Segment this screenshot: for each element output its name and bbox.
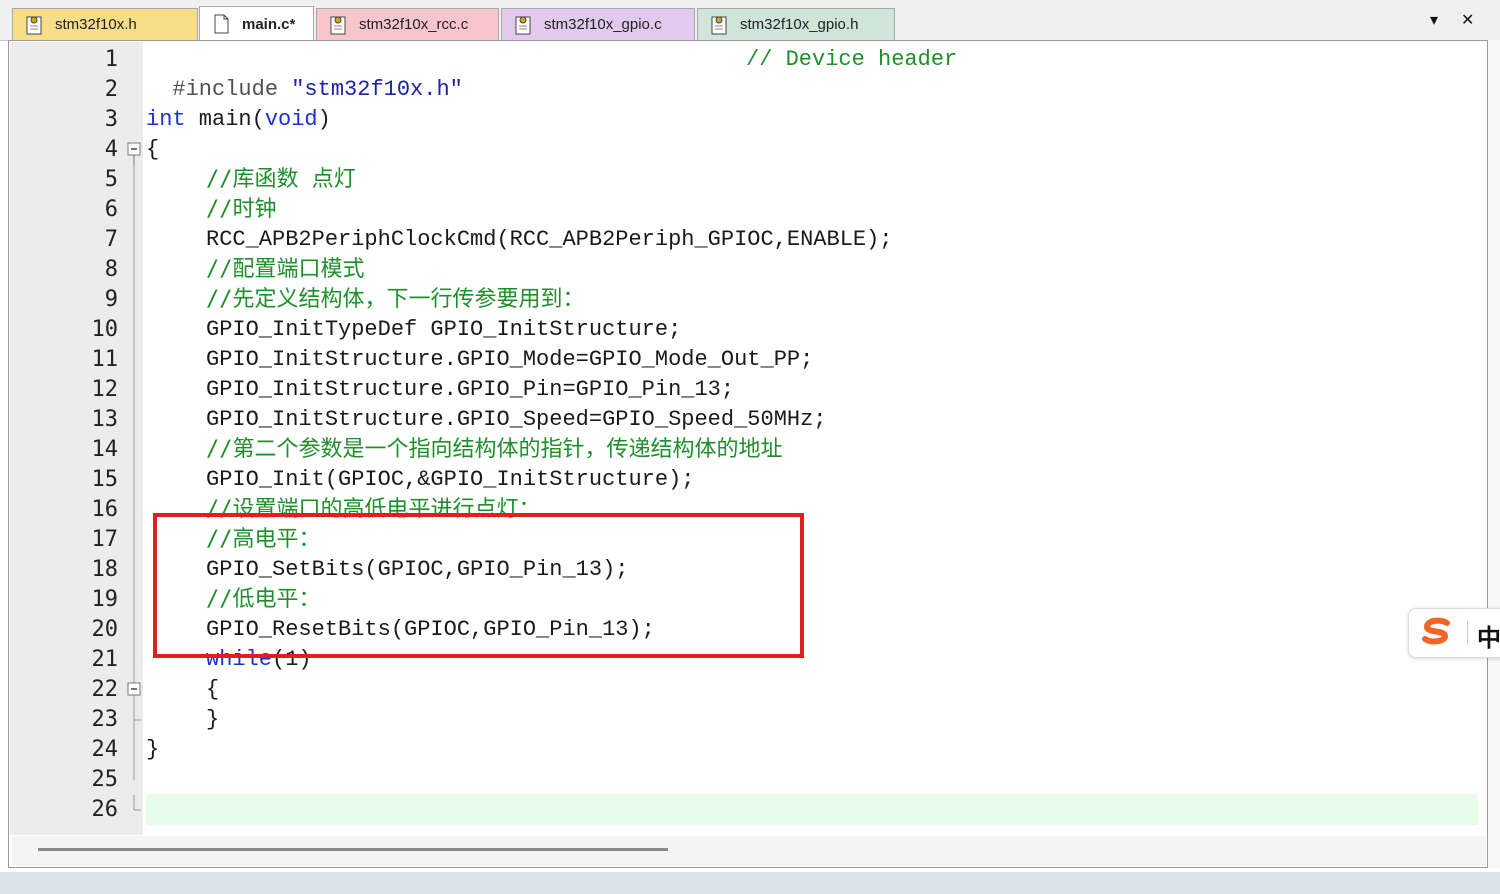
code-line-22: { <box>206 677 220 702</box>
line-number: 17 <box>91 527 119 552</box>
line-number: 2 <box>104 77 118 102</box>
code-line-8: //配置端口模式 <box>206 257 365 282</box>
line-number: 11 <box>91 347 119 372</box>
line-number: 12 <box>91 377 119 402</box>
code-line-11: GPIO_InitStructure.GPIO_Mode=GPIO_Mode_O… <box>206 347 814 372</box>
function-name: main( <box>185 107 265 132</box>
code-line-18: GPIO_SetBits(GPIOC,GPIO_Pin_13); <box>206 557 629 582</box>
line-number: 22 <box>91 677 119 702</box>
tab-label: stm32f10x.h <box>55 16 137 33</box>
preprocessor-directive: #include <box>172 77 279 102</box>
tab-label: main.c* <box>242 15 296 33</box>
code-line-5: //库函数 点灯 <box>206 167 356 192</box>
tab-dropdown-icon[interactable]: ▾ <box>1430 10 1438 30</box>
ime-language-mode[interactable]: 中 <box>1477 618 1500 653</box>
header-file-icon <box>23 14 45 36</box>
line-number: 5 <box>104 167 118 192</box>
include-string: "stm32f10x.h" <box>291 77 463 102</box>
keyword: int <box>146 107 186 132</box>
line-number: 13 <box>91 407 119 432</box>
line-number: 14 <box>91 437 119 462</box>
close-tab-icon[interactable]: ✕ <box>1461 10 1474 30</box>
line-number: 26 <box>91 797 119 822</box>
source-file-icon <box>210 13 232 35</box>
code-line-24: } <box>146 737 160 762</box>
line-number: 6 <box>104 197 118 222</box>
code-line-16: //设置端口的高低电平进行点灯： <box>206 497 541 522</box>
right-side-panel <box>1488 40 1500 868</box>
fold-end-icon <box>126 705 142 735</box>
line-number: 7 <box>104 227 118 252</box>
source-file-icon <box>327 14 349 36</box>
line-number: 10 <box>91 317 119 342</box>
line-number: 23 <box>91 707 119 732</box>
code-line-19: //低电平： <box>206 587 321 612</box>
tab-main-c[interactable]: main.c* <box>199 6 314 41</box>
line-number: 25 <box>91 767 119 792</box>
line-number: 20 <box>91 617 119 642</box>
line-number: 16 <box>91 497 119 522</box>
tab-label: stm32f10x_gpio.h <box>740 16 859 33</box>
keyword: void <box>264 107 318 132</box>
line-number: 4 <box>104 137 118 162</box>
line-number: 9 <box>104 287 118 312</box>
tab-label: stm32f10x_rcc.c <box>359 16 469 33</box>
line-number: 1 <box>104 47 118 72</box>
code-line-9: //先定义结构体，下一行传参要用到： <box>206 287 585 312</box>
fold-collapse-icon[interactable] <box>126 135 142 165</box>
code-line-12: GPIO_InitStructure.GPIO_Pin=GPIO_Pin_13; <box>206 377 735 402</box>
code-line-20: GPIO_ResetBits(GPIOC,GPIO_Pin_13); <box>206 617 655 642</box>
code-line-1: #include "stm32f10x.h" <box>146 45 462 102</box>
sogou-ime-logo-icon <box>1419 617 1455 651</box>
fold-collapse-icon[interactable] <box>126 675 142 705</box>
source-file-icon <box>512 14 534 36</box>
code-line-17: //高电平： <box>206 527 321 552</box>
code-line-3: int main(void) <box>146 105 331 135</box>
horizontal-scrollbar[interactable] <box>12 836 1486 866</box>
line-number: 15 <box>91 467 119 492</box>
line-number: 3 <box>104 107 118 132</box>
keyword: while <box>206 647 273 672</box>
code-line-10: GPIO_InitTypeDef GPIO_InitStructure; <box>206 317 682 342</box>
editor-tab-bar: stm32f10x.h main.c* stm32f10x_rcc.c stm3… <box>0 0 1500 41</box>
code-line-21: while(1) <box>206 645 312 675</box>
code-line-23: } <box>206 707 220 732</box>
tab-stm32f10x-gpio-h[interactable]: stm32f10x_gpio.h <box>697 8 895 40</box>
fold-line-icon <box>126 165 142 780</box>
code-line-7: RCC_APB2PeriphClockCmd(RCC_APB2Periph_GP… <box>206 227 893 252</box>
tab-stm32f10x-h[interactable]: stm32f10x.h <box>12 8 198 40</box>
code-comment: // Device header <box>746 47 958 72</box>
ime-toolbar[interactable]: 中 <box>1408 608 1500 658</box>
status-bar <box>0 872 1500 894</box>
tab-label: stm32f10x_gpio.c <box>544 16 662 33</box>
line-number: 8 <box>104 257 118 282</box>
current-line-highlight <box>146 794 1478 825</box>
fold-end-icon <box>126 795 142 825</box>
paren: ) <box>317 107 331 132</box>
tab-stm32f10x-rcc-c[interactable]: stm32f10x_rcc.c <box>316 8 499 40</box>
line-number: 21 <box>91 647 119 672</box>
header-file-icon <box>708 14 730 36</box>
line-number: 19 <box>91 587 119 612</box>
line-number: 18 <box>91 557 119 582</box>
loop-condition: (1) <box>272 647 312 672</box>
ime-divider <box>1467 621 1468 645</box>
code-line-14: //第二个参数是一个指向结构体的指针，传递结构体的地址 <box>206 437 783 462</box>
code-line-6: //时钟 <box>206 197 277 222</box>
horizontal-scrollbar-thumb[interactable] <box>38 848 668 851</box>
code-line-15: GPIO_Init(GPIOC,&GPIO_InitStructure); <box>206 467 695 492</box>
code-line-13: GPIO_InitStructure.GPIO_Speed=GPIO_Speed… <box>206 407 827 432</box>
tab-stm32f10x-gpio-c[interactable]: stm32f10x_gpio.c <box>501 8 695 40</box>
line-number: 24 <box>91 737 119 762</box>
code-line-4: { <box>146 137 160 162</box>
